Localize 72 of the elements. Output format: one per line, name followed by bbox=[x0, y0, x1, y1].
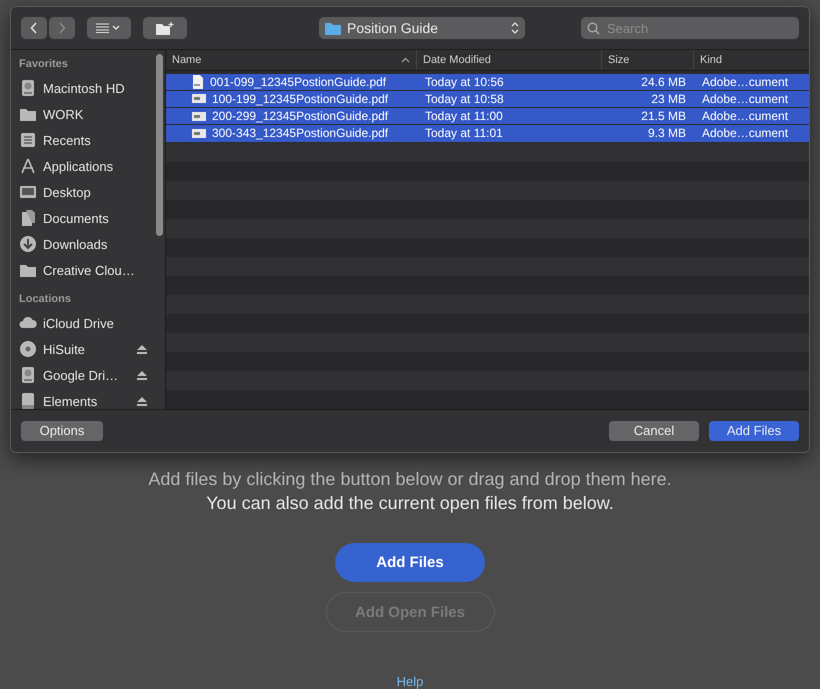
recents-icon bbox=[19, 131, 37, 149]
file-name: 200-299_12345PostionGuide.pdf bbox=[212, 109, 388, 124]
date-cell-text: Today at 11:01 bbox=[424, 125, 504, 142]
date-cell-text: Today at 10:56 bbox=[424, 74, 505, 90]
sidebar-item[interactable]: HiSuite bbox=[19, 336, 153, 362]
add-files-button[interactable]: Add Files bbox=[335, 542, 485, 582]
options-button[interactable]: Options bbox=[21, 420, 103, 441]
location-popup[interactable]: Position Guide bbox=[319, 17, 525, 39]
date-cell-text: Today at 11:00 bbox=[424, 108, 504, 124]
size-cell-text: 21.5 MB bbox=[640, 108, 687, 124]
sidebar-item[interactable]: Recents bbox=[19, 127, 153, 153]
file-row[interactable]: 300-343_12345PostionGuide.pdf Today at 11:01 9.3 MB Adobe…cument bbox=[166, 125, 809, 142]
thumbnail-icon bbox=[192, 94, 206, 104]
kind-cell-text: Adobe…cument bbox=[701, 74, 790, 90]
sidebar-item[interactable]: iCloud Drive bbox=[19, 310, 153, 336]
kind-cell-text: Adobe…cument bbox=[701, 90, 790, 108]
chevron-left-icon bbox=[30, 22, 38, 34]
view-menu-button[interactable] bbox=[87, 17, 131, 39]
column-header[interactable]: Name bbox=[166, 50, 417, 70]
eject-icon[interactable] bbox=[137, 396, 147, 406]
add-files-button[interactable]: Add Files bbox=[709, 420, 799, 441]
thumbnail-icon bbox=[192, 128, 206, 138]
list-view-icon bbox=[96, 23, 122, 33]
size-cell-text: 24.6 MB bbox=[640, 74, 687, 90]
file-row[interactable]: 001-099_12345PostionGuide.pdf Today at 10:56 24.6 MB Adobe…cument bbox=[166, 74, 809, 90]
sidebar-item[interactable]: Documents bbox=[19, 205, 153, 231]
documents-icon bbox=[19, 209, 37, 227]
search-icon bbox=[587, 22, 600, 34]
forward-button[interactable] bbox=[49, 17, 75, 39]
folder-icon bbox=[325, 22, 341, 34]
file-row[interactable]: 200-299_12345PostionGuide.pdf Today at 11:00 21.5 MB Adobe…cument bbox=[166, 108, 809, 124]
sidebar-item[interactable]: Google Dri… bbox=[19, 362, 153, 388]
desktop-icon bbox=[19, 183, 37, 201]
sidebar-item[interactable]: WORK bbox=[19, 101, 153, 127]
size-cell-text: 9.3 MB bbox=[646, 125, 687, 142]
section-title: Locations bbox=[19, 293, 72, 305]
scrollbar-thumb[interactable] bbox=[156, 54, 162, 236]
help-link[interactable]: Help bbox=[396, 674, 424, 689]
sidebar-item[interactable]: Desktop bbox=[19, 179, 153, 205]
section-title: Favorites bbox=[19, 58, 69, 70]
size-cell-text: 23 MB bbox=[650, 90, 687, 108]
sidebar-item[interactable]: Elements bbox=[19, 388, 153, 409]
file-name: 300-343_12345PostionGuide.pdf bbox=[212, 126, 388, 140]
eject-icon[interactable] bbox=[137, 370, 147, 380]
drive-icon bbox=[19, 392, 37, 409]
thumbnail-icon bbox=[192, 112, 206, 121]
date-cell-text: Today at 10:58 bbox=[424, 90, 505, 108]
file-name: 001-099_12345PostionGuide.pdf bbox=[210, 74, 386, 89]
column-header[interactable]: Size bbox=[602, 50, 694, 70]
up-down-chevron-icon bbox=[511, 22, 519, 34]
sidebar-item[interactable]: Creative Clou… bbox=[19, 257, 153, 283]
cancel-button[interactable]: Cancel bbox=[609, 420, 699, 441]
eject-icon[interactable] bbox=[137, 344, 147, 354]
instruction-text: Add files by clicking the button below or drag and drop them here. bbox=[148, 468, 672, 491]
back-button[interactable] bbox=[21, 17, 47, 39]
sidebar-item[interactable]: Macintosh HD bbox=[19, 75, 153, 101]
file-name: 100-199_12345PostionGuide.pdf bbox=[212, 92, 388, 106]
apps-icon bbox=[19, 157, 37, 175]
new-folder-button[interactable] bbox=[143, 17, 187, 39]
kind-cell-text: Adobe…cument bbox=[701, 125, 790, 142]
sidebar-item[interactable]: Applications bbox=[19, 153, 153, 179]
document-icon bbox=[192, 74, 204, 89]
sidebar-item[interactable]: Downloads bbox=[19, 231, 153, 257]
file-row[interactable]: 100-199_12345PostionGuide.pdf Today at 10:58 23 MB Adobe…cument bbox=[166, 90, 809, 108]
disc-icon bbox=[19, 340, 37, 358]
downloads-icon bbox=[19, 235, 37, 253]
chevron-right-icon bbox=[58, 22, 66, 34]
instruction-text: You can also add the current open files from below. bbox=[206, 492, 614, 515]
folder-plus-icon bbox=[156, 22, 174, 34]
column-header[interactable]: Kind bbox=[694, 50, 809, 70]
column-header[interactable]: Date Modified bbox=[417, 50, 602, 70]
kind-cell-text: Adobe…cument bbox=[701, 108, 790, 124]
